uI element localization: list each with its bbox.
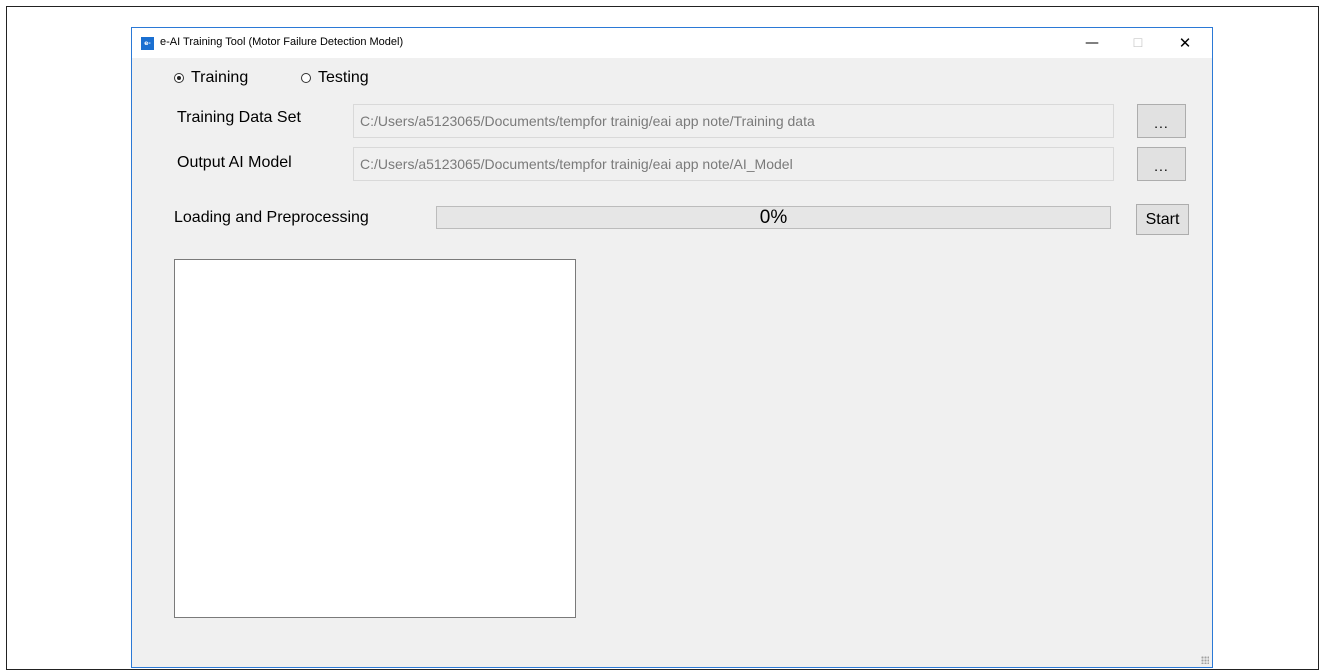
output-model-label: Output AI Model [177, 154, 292, 171]
progress-label: Loading and Preprocessing [174, 209, 369, 226]
radio-testing-indicator[interactable] [301, 73, 311, 83]
resize-grip[interactable] [1201, 656, 1209, 664]
radio-training-indicator[interactable] [174, 73, 184, 83]
radio-training[interactable]: Training [174, 68, 248, 88]
progress-bar: 0% [436, 206, 1111, 229]
app-window: e-AI e-AI Training Tool (Motor Failure D… [131, 27, 1213, 668]
radio-testing[interactable]: Testing [301, 68, 369, 88]
radio-training-label: Training [191, 69, 249, 86]
start-button[interactable]: Start [1136, 204, 1189, 235]
training-data-path-field[interactable]: C:/Users/a5123065/Documents/tempfor trai… [353, 104, 1114, 138]
window-title: e-AI Training Tool (Motor Failure Detect… [160, 36, 404, 48]
training-data-label: Training Data Set [177, 109, 301, 126]
output-model-path-field[interactable]: C:/Users/a5123065/Documents/tempfor trai… [353, 147, 1114, 181]
radio-testing-label: Testing [318, 69, 369, 86]
title-bar[interactable]: e-AI e-AI Training Tool (Motor Failure D… [132, 28, 1212, 60]
output-model-browse-button[interactable]: ... [1137, 147, 1186, 181]
maximize-button[interactable]: ☐ [1115, 28, 1161, 58]
progress-percent: 0% [759, 207, 788, 228]
output-display-area [174, 259, 576, 618]
app-icon: e-AI [141, 37, 154, 60]
minimize-button[interactable]: — [1069, 28, 1115, 58]
screenshot-frame: e-AI e-AI Training Tool (Motor Failure D… [6, 6, 1319, 670]
minimize-icon: — [1085, 35, 1099, 51]
training-data-browse-button[interactable]: ... [1137, 104, 1186, 138]
maximize-icon: ☐ [1132, 36, 1144, 50]
close-icon: ✕ [1178, 34, 1192, 52]
close-button[interactable]: ✕ [1162, 28, 1208, 58]
